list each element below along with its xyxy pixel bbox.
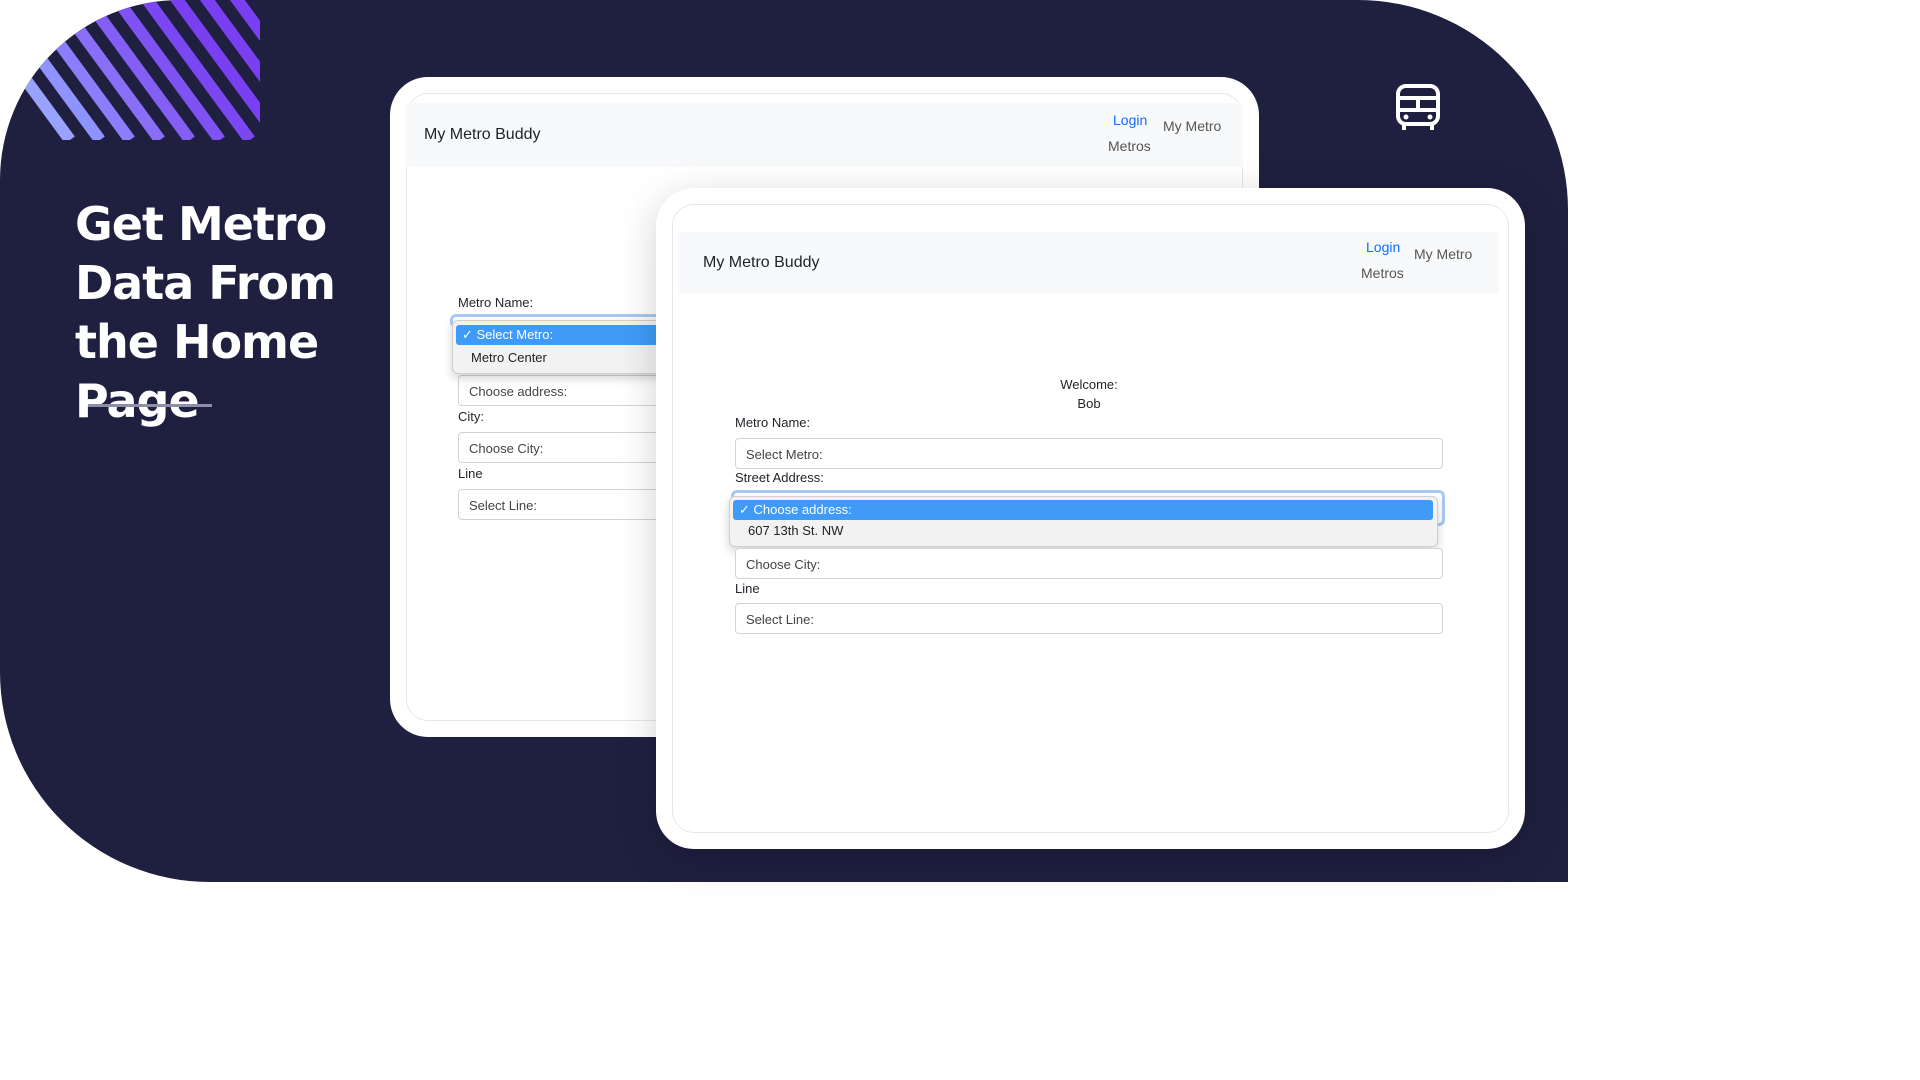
nav-login-link[interactable]: Login <box>1113 112 1147 128</box>
line-select[interactable]: Select Line: <box>735 603 1443 634</box>
metro-select[interactable]: Select Metro: <box>735 438 1443 469</box>
brand-link[interactable]: My Metro Buddy <box>424 126 540 144</box>
dropdown-option[interactable]: 607 13th St. NW <box>748 523 843 538</box>
diagonal-stripes-decoration <box>0 0 260 140</box>
brand-link[interactable]: My Metro Buddy <box>703 254 819 272</box>
bus-front-icon <box>1396 84 1440 130</box>
city-select[interactable]: Choose City: <box>735 548 1443 579</box>
nav-my-metro-link[interactable]: My Metro <box>1163 118 1221 134</box>
welcome-username: Bob <box>1077 396 1101 411</box>
line-label: Line <box>735 581 760 596</box>
welcome-label: Welcome: <box>1060 377 1118 392</box>
city-label: City: <box>458 409 484 424</box>
front-screenshot-card: My Metro Buddy Login My Metro Metros Wel… <box>656 188 1525 849</box>
address-dropdown-menu[interactable]: ✓ Choose address: 607 13th St. NW <box>729 496 1438 547</box>
dropdown-selected-option[interactable]: ✓ Select Metro: <box>456 325 670 345</box>
metro-name-label: Metro Name: <box>458 295 534 310</box>
nav-my-metro-link[interactable]: My Metro <box>1414 246 1472 262</box>
back-navbar: My Metro Buddy Login My Metro Metros <box>406 103 1243 167</box>
line-label: Line <box>458 466 483 481</box>
nav-login-link[interactable]: Login <box>1366 239 1400 255</box>
nav-metros-link[interactable]: Metros <box>1361 265 1404 281</box>
metro-name-label: Metro Name: <box>735 415 811 430</box>
nav-metros-link[interactable]: Metros <box>1108 138 1151 154</box>
front-navbar: My Metro Buddy Login My Metro Metros <box>678 232 1499 294</box>
dropdown-option[interactable]: Metro Center <box>471 350 547 365</box>
dropdown-selected-option[interactable]: ✓ Choose address: <box>733 500 1433 520</box>
headline-underline-decoration <box>88 404 212 407</box>
page-headline: Get Metro Data From the Home Page <box>75 197 336 428</box>
street-address-label: Street Address: <box>735 470 824 485</box>
metro-dropdown-menu[interactable]: ✓ Select Metro: Metro Center <box>452 320 674 374</box>
